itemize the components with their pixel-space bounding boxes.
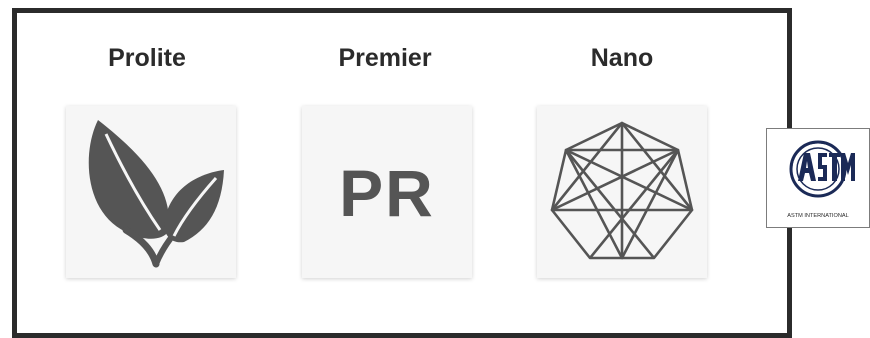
pr-monogram-text: PR bbox=[339, 156, 435, 230]
astm-badge: ASTM INTERNATIONAL bbox=[766, 128, 870, 228]
astm-logo: ASTM INTERNATIONAL bbox=[787, 140, 855, 219]
product-tile-premier[interactable]: PR bbox=[302, 106, 472, 278]
polyhedron-icon bbox=[550, 121, 694, 260]
astm-caption: ASTM INTERNATIONAL bbox=[787, 213, 848, 219]
pr-monogram-icon: PR bbox=[339, 156, 435, 230]
product-title-premier: Premier bbox=[338, 44, 432, 72]
product-title-nano: Nano bbox=[590, 44, 654, 72]
product-tile-prolite[interactable] bbox=[66, 106, 236, 278]
leaf-icon bbox=[88, 120, 224, 268]
product-tile-nano[interactable] bbox=[537, 106, 707, 278]
product-title-prolite: Prolite bbox=[108, 44, 186, 72]
